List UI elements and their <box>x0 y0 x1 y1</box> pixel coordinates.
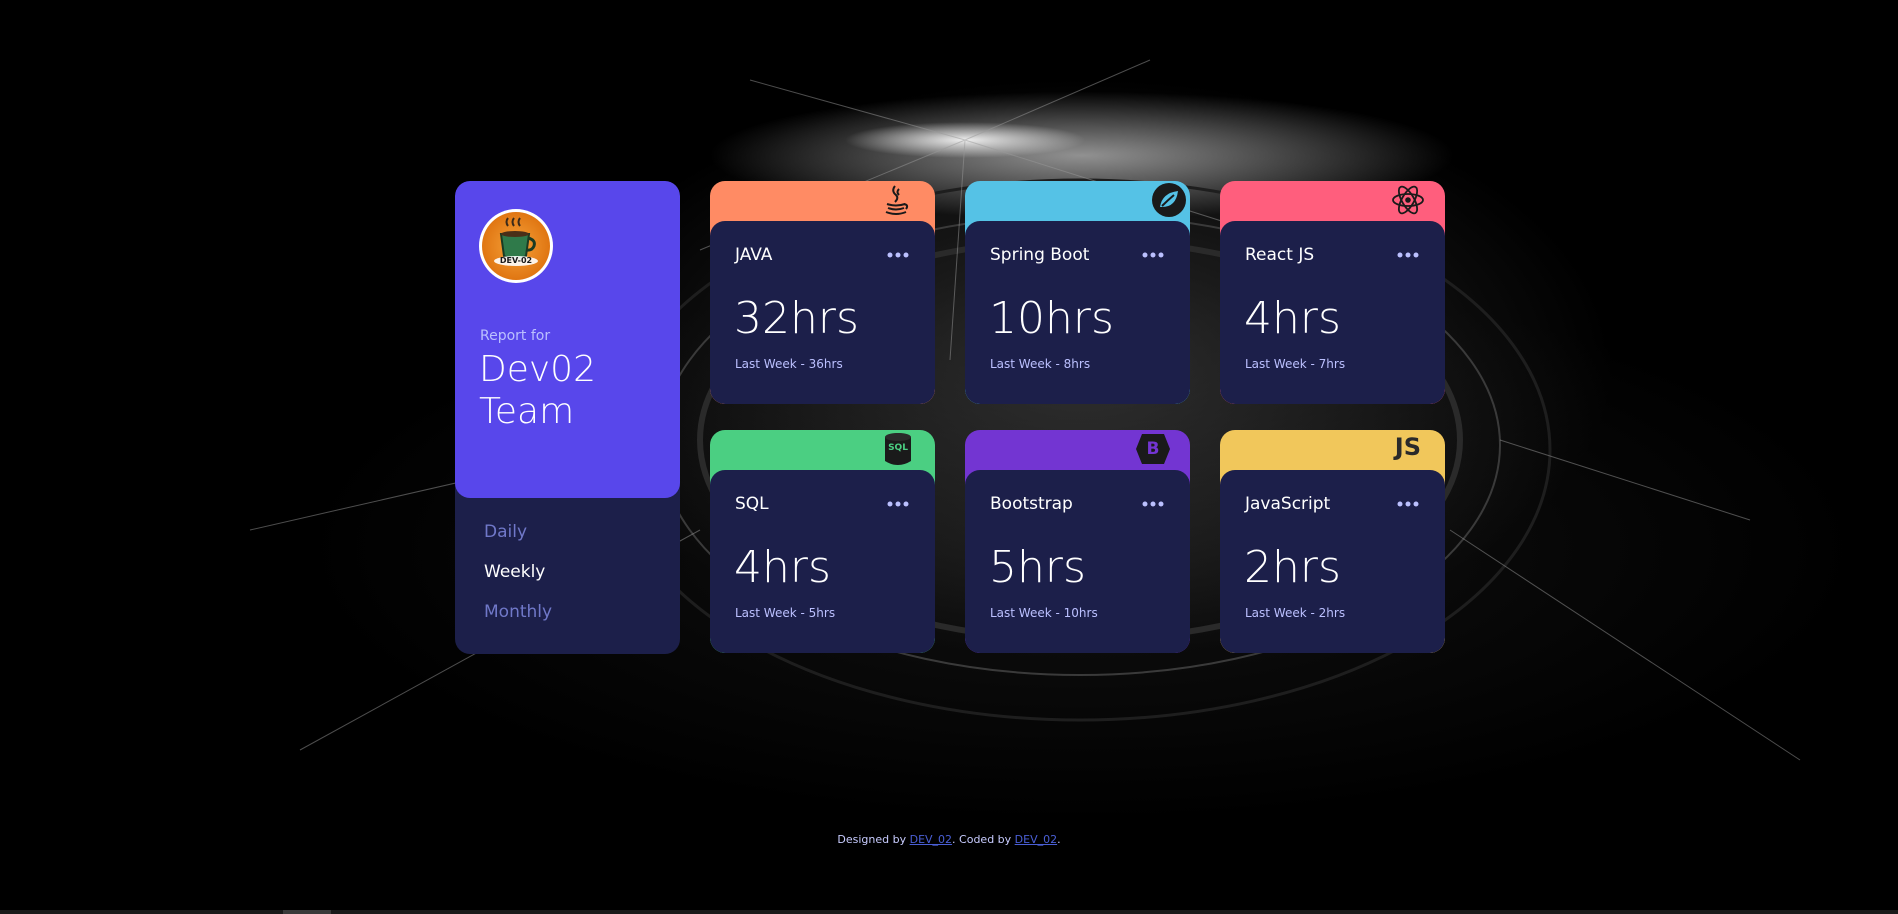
current-hours: 4hrs <box>734 542 831 593</box>
sql-icon: SQL <box>883 431 913 471</box>
attribution: Designed by DEV_02. Coded by DEV_02. <box>0 833 1898 846</box>
previous-hours: Last Week - 5hrs <box>735 606 836 620</box>
previous-hours: Last Week - 8hrs <box>990 357 1091 371</box>
java-icon <box>881 184 911 222</box>
profile-header: DEV-02 Report for Dev02 Team <box>455 181 680 498</box>
ellipsis-icon[interactable] <box>1142 496 1164 512</box>
activity-title: React JS <box>1245 245 1315 265</box>
period-monthly[interactable]: Monthly <box>484 601 552 623</box>
period-selector: Daily Weekly Monthly <box>484 521 552 641</box>
react-icon <box>1391 183 1425 221</box>
avatar-text: DEV-02 <box>499 256 533 265</box>
bootstrap-icon: B <box>1134 432 1172 470</box>
sql-icon-text: SQL <box>888 443 908 453</box>
avatar: DEV-02 <box>479 209 553 283</box>
bootstrap-icon-text: B <box>1146 439 1160 459</box>
previous-hours: Last Week - 2hrs <box>1245 606 1346 620</box>
current-hours: 2hrs <box>1244 542 1341 593</box>
activity-card-javascript: JS JavaScript 2hrs Last Week - 2hrs <box>1220 430 1445 653</box>
designed-by-label: Designed by <box>837 833 907 846</box>
spring-icon <box>1150 181 1188 223</box>
activity-body: JAVA 32hrs Last Week - 36hrs <box>710 221 935 404</box>
ellipsis-icon[interactable] <box>1397 247 1419 263</box>
scrollbar-thumb[interactable] <box>283 910 331 914</box>
profile-card: DEV-02 Report for Dev02 Team Daily Weekl… <box>455 181 680 654</box>
current-hours: 32hrs <box>734 293 859 344</box>
activity-card-spring-boot: Spring Boot 10hrs Last Week - 8hrs <box>965 181 1190 404</box>
activity-title: JavaScript <box>1245 494 1331 514</box>
activity-body: Spring Boot 10hrs Last Week - 8hrs <box>965 221 1190 404</box>
activity-body: SQL 4hrs Last Week - 5hrs <box>710 470 935 653</box>
period-daily[interactable]: Daily <box>484 521 552 543</box>
current-hours: 5hrs <box>989 542 1086 593</box>
previous-hours: Last Week - 10hrs <box>990 606 1098 620</box>
current-hours: 4hrs <box>1244 293 1341 344</box>
period-weekly[interactable]: Weekly <box>484 561 552 583</box>
ellipsis-icon[interactable] <box>887 496 909 512</box>
designer-link[interactable]: DEV_02 <box>910 833 952 846</box>
activity-body: JavaScript 2hrs Last Week - 2hrs <box>1220 470 1445 653</box>
horizontal-scrollbar[interactable] <box>0 910 1898 914</box>
activity-title: JAVA <box>735 245 773 265</box>
attribution-end: . <box>1057 833 1061 846</box>
ellipsis-icon[interactable] <box>1397 496 1419 512</box>
coder-link[interactable]: DEV_02 <box>1015 833 1057 846</box>
user-name: Dev02 Team <box>479 349 596 432</box>
activity-body: React JS 4hrs Last Week - 7hrs <box>1220 221 1445 404</box>
activity-card-react-js: React JS 4hrs Last Week - 7hrs <box>1220 181 1445 404</box>
activity-title: Spring Boot <box>990 245 1090 265</box>
javascript-icon: JS <box>1394 433 1421 461</box>
previous-hours: Last Week - 36hrs <box>735 357 843 371</box>
current-hours: 10hrs <box>989 293 1114 344</box>
previous-hours: Last Week - 7hrs <box>1245 357 1346 371</box>
activity-card-sql: SQL SQL 4hrs Last Week - 5hrs <box>710 430 935 653</box>
coffee-cup-logo-icon: DEV-02 <box>482 212 550 280</box>
report-for-label: Report for <box>480 328 551 344</box>
ellipsis-icon[interactable] <box>1142 247 1164 263</box>
ellipsis-icon[interactable] <box>887 247 909 263</box>
coded-by-label: . Coded by <box>952 833 1012 846</box>
activity-body: Bootstrap 5hrs Last Week - 10hrs <box>965 470 1190 653</box>
activity-title: Bootstrap <box>990 494 1073 514</box>
activity-title: SQL <box>735 494 769 514</box>
time-tracking-dashboard: DEV-02 Report for Dev02 Team Daily Weekl… <box>0 0 1898 914</box>
activity-card-java: JAVA 32hrs Last Week - 36hrs <box>710 181 935 404</box>
activity-card-bootstrap: B Bootstrap 5hrs Last Week - 10hrs <box>965 430 1190 653</box>
